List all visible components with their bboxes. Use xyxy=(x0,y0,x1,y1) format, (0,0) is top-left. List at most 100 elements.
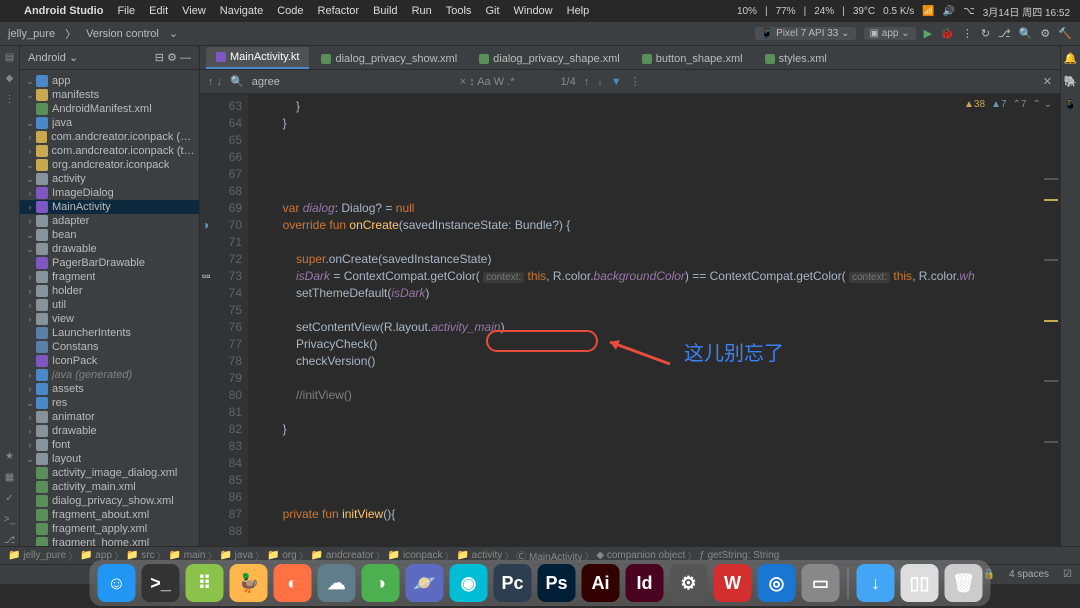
device-selector[interactable]: 📱 Pixel 7 API 33 ⌄ xyxy=(755,27,856,40)
todo-icon[interactable]: ✓ xyxy=(5,493,13,504)
dock-app[interactable]: ▯▯ xyxy=(901,564,939,602)
tree-item[interactable]: ⌄java xyxy=(20,116,199,130)
tree-item[interactable]: ›holder xyxy=(20,284,199,298)
dock-app[interactable]: 🗑 xyxy=(945,564,983,602)
tree-item[interactable]: ›fragment xyxy=(20,270,199,284)
vcs-dropdown[interactable]: Version control xyxy=(86,28,159,40)
tree-item[interactable]: ›assets xyxy=(20,382,199,396)
git-branch-icon[interactable]: ⎇ xyxy=(998,27,1011,40)
tree-item[interactable]: IconPack xyxy=(20,354,199,368)
tree-item[interactable]: ⌄drawable xyxy=(20,242,199,256)
tree-item[interactable]: ⌄manifests xyxy=(20,88,199,102)
sync-icon[interactable]: ↻ xyxy=(981,27,990,40)
hide-icon[interactable]: — xyxy=(180,52,191,64)
menu-navigate[interactable]: Navigate xyxy=(220,5,263,17)
menu-help[interactable]: Help xyxy=(567,5,590,17)
editor-tab[interactable]: styles.xml xyxy=(755,49,837,69)
device-manager-icon[interactable]: 📱 xyxy=(1064,98,1078,111)
inspection-icon[interactable]: ☑ xyxy=(1063,569,1072,580)
breadcrumb-item[interactable]: 📁 jelly_pure xyxy=(8,550,66,561)
tree-item[interactable]: ›drawable xyxy=(20,424,199,438)
dock-app[interactable]: ↓ xyxy=(857,564,895,602)
close-search-icon[interactable]: ✕ xyxy=(1043,75,1052,88)
dock-app[interactable]: Ps xyxy=(538,564,576,602)
wifi-icon[interactable]: 📶 xyxy=(922,6,934,17)
tree-item[interactable]: ›font xyxy=(20,438,199,452)
dock-app[interactable]: ☺ xyxy=(98,564,136,602)
error-stripe[interactable] xyxy=(1044,138,1058,542)
dock-app[interactable]: Id xyxy=(626,564,664,602)
dock-app[interactable]: 🦆 xyxy=(230,564,268,602)
project-tree[interactable]: ⌄app⌄manifestsAndroidManifest.xml⌄java›c… xyxy=(20,70,199,546)
inspection-summary[interactable]: ▲38 ▲7 ⌃7 ⌃ ⌄ xyxy=(956,94,1060,114)
dock-app[interactable]: ◐ xyxy=(274,564,312,602)
gradle-icon[interactable]: 🐘 xyxy=(1064,75,1078,88)
tree-item[interactable]: ›java (generated) xyxy=(20,368,199,382)
search-prev-icon[interactable]: ↑ xyxy=(584,76,590,88)
git-icon[interactable]: ⎇ xyxy=(4,535,16,546)
dock-app[interactable]: ◉ xyxy=(450,564,488,602)
tree-item[interactable]: ›adapter xyxy=(20,214,199,228)
tree-item[interactable]: dialog_privacy_show.xml xyxy=(20,494,199,508)
bookmarks-icon[interactable]: ★ xyxy=(5,451,14,462)
tree-item[interactable]: ›view xyxy=(20,312,199,326)
volume-icon[interactable]: 🔊 xyxy=(943,6,955,17)
menu-view[interactable]: View xyxy=(182,5,206,17)
menu-build[interactable]: Build xyxy=(373,5,397,17)
tree-item[interactable]: activity_image_dialog.xml xyxy=(20,466,199,480)
project-tool-icon[interactable]: ▤ xyxy=(5,52,14,63)
control-center-icon[interactable]: ⌥ xyxy=(963,6,975,17)
dock-app[interactable]: ◎ xyxy=(758,564,796,602)
menu-file[interactable]: File xyxy=(117,5,135,17)
run-config-selector[interactable]: ▣ app ⌄ xyxy=(864,27,916,40)
tree-item[interactable]: ›com.andcreator.iconpack (test xyxy=(20,144,199,158)
tree-item[interactable]: AndroidManifest.xml xyxy=(20,102,199,116)
tree-item[interactable]: ⌄layout xyxy=(20,452,199,466)
dock-app[interactable]: Pc xyxy=(494,564,532,602)
tree-item[interactable]: PagerBarDrawable xyxy=(20,256,199,270)
build-icon[interactable]: 🔨 xyxy=(1058,27,1072,40)
collapse-icon[interactable]: ⊟ xyxy=(155,52,164,64)
code-editor[interactable]: 63646566676869◑707172▫▫73747576777879808… xyxy=(200,94,1060,546)
notifications-icon[interactable]: 🔔 xyxy=(1064,52,1078,65)
search-input[interactable] xyxy=(252,76,452,88)
tree-item[interactable]: ⌄activity xyxy=(20,172,199,186)
indent-setting[interactable]: 4 spaces xyxy=(1009,569,1049,580)
dock-app[interactable]: Ai xyxy=(582,564,620,602)
tree-item[interactable]: ›util xyxy=(20,298,199,312)
project-view-selector[interactable]: Android ⌄ xyxy=(28,51,78,64)
menu-git[interactable]: Git xyxy=(485,5,499,17)
menu-edit[interactable]: Edit xyxy=(149,5,168,17)
settings-icon[interactable]: ⚙ xyxy=(167,52,177,64)
search-next-icon[interactable]: ↓ xyxy=(597,76,603,88)
dock-app[interactable]: ⠿ xyxy=(186,564,224,602)
tree-item[interactable]: ›MainActivity xyxy=(20,200,199,214)
settings-icon[interactable]: ⚙ xyxy=(1040,27,1050,40)
dock-app[interactable]: ◑ xyxy=(362,564,400,602)
tree-item[interactable]: ⌄res xyxy=(20,396,199,410)
dock-app[interactable]: ▭ xyxy=(802,564,840,602)
tree-item[interactable]: fragment_home.xml xyxy=(20,536,199,546)
menu-tools[interactable]: Tools xyxy=(446,5,472,17)
editor-tab[interactable]: dialog_privacy_show.xml xyxy=(311,49,467,69)
debug-button[interactable]: 🐞 xyxy=(940,27,954,40)
more-actions-icon[interactable]: ⋮ xyxy=(962,27,973,40)
editor-tab[interactable]: dialog_privacy_shape.xml xyxy=(469,49,630,69)
tree-item[interactable]: ⌄bean xyxy=(20,228,199,242)
tree-item[interactable]: ›com.andcreator.iconpack (andr xyxy=(20,130,199,144)
tree-item[interactable]: ›ImageDialog xyxy=(20,186,199,200)
project-name[interactable]: jelly_pure xyxy=(8,28,55,40)
tree-item[interactable]: Constans xyxy=(20,340,199,354)
menubar-app-name[interactable]: Android Studio xyxy=(24,5,103,17)
run-button[interactable]: ▶ xyxy=(924,27,932,40)
filter-icon[interactable]: ▼ xyxy=(611,76,622,88)
dock-app[interactable]: >_ xyxy=(142,564,180,602)
terminal-icon[interactable]: >_ xyxy=(4,514,15,525)
menu-refactor[interactable]: Refactor xyxy=(318,5,360,17)
dock-app[interactable]: ☁ xyxy=(318,564,356,602)
commit-tool-icon[interactable]: ◆ xyxy=(6,73,14,84)
tree-item[interactable]: fragment_about.xml xyxy=(20,508,199,522)
menu-window[interactable]: Window xyxy=(514,5,553,17)
dock-app[interactable]: W xyxy=(714,564,752,602)
editor-tab[interactable]: MainActivity.kt xyxy=(206,47,309,69)
